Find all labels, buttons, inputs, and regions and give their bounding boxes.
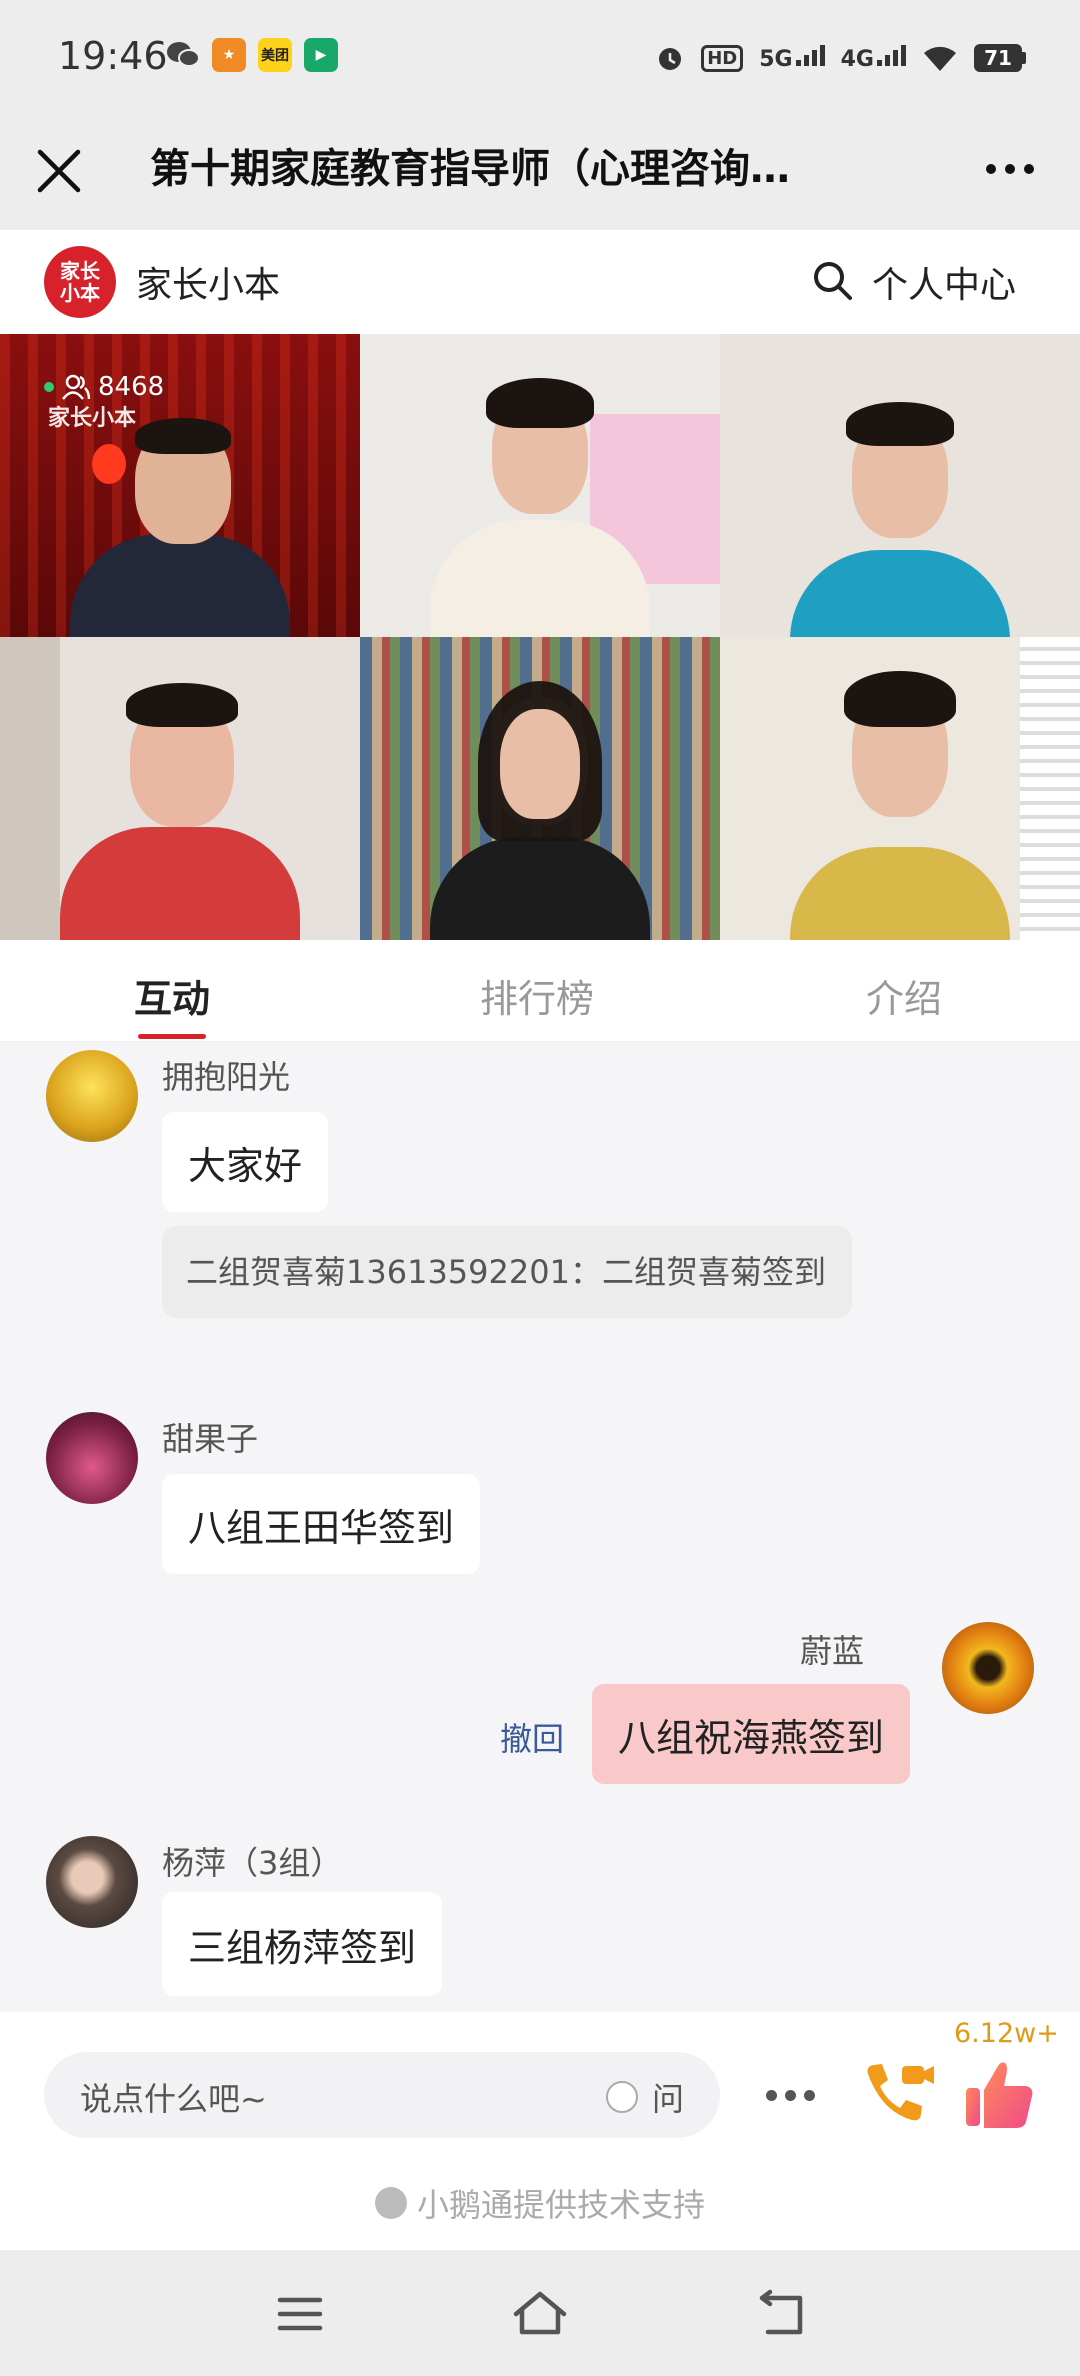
- message-bubble[interactable]: 八组祝海燕签到: [592, 1684, 911, 1784]
- system-message: 二组贺喜菊13613592201：二组贺喜菊签到: [162, 1226, 852, 1318]
- brand-logo[interactable]: 家长小本: [44, 246, 116, 318]
- recall-button[interactable]: 撤回: [500, 1714, 564, 1760]
- avatar[interactable]: [46, 1412, 138, 1504]
- ask-question-toggle[interactable]: 问: [606, 2074, 684, 2120]
- message-sender: 拥抱阳光: [162, 1058, 291, 1096]
- wifi-icon: [924, 46, 956, 71]
- signal-5g: 5G: [759, 44, 825, 72]
- video-app-icon: ▶: [304, 38, 338, 72]
- more-actions-button[interactable]: [766, 2090, 815, 2101]
- signal-4g: 4G: [841, 44, 906, 72]
- personal-center-link[interactable]: 个人中心: [872, 256, 1016, 308]
- video-tile-host[interactable]: 8468 家长小本: [0, 334, 360, 637]
- avatar[interactable]: [942, 1622, 1034, 1714]
- page-title: 第十期家庭教育指导师（心理咨询…: [150, 146, 790, 192]
- back-icon[interactable]: [752, 2284, 812, 2344]
- wechat-icon: [166, 38, 200, 72]
- brand-bar: 家长小本 家长小本 个人中心: [0, 230, 1080, 334]
- battery-icon: 71: [974, 44, 1026, 72]
- active-tab-indicator: [138, 1034, 206, 1039]
- thumbs-up-icon[interactable]: [962, 2056, 1038, 2132]
- message-sender: 杨萍（3组）: [162, 1844, 343, 1882]
- video-tile-4[interactable]: [0, 637, 360, 940]
- alarm-icon: [659, 48, 682, 70]
- tech-support-note: 小鹅通提供技术支持: [0, 2180, 1080, 2226]
- message-sender: 甜果子: [162, 1420, 259, 1458]
- menu-icon[interactable]: [270, 2284, 330, 2344]
- video-tile-2[interactable]: [360, 334, 720, 637]
- live-watermark: 家长小本: [48, 406, 137, 431]
- message-bubble[interactable]: 八组王田华签到: [162, 1474, 481, 1574]
- like-count: 6.12w+: [954, 2018, 1059, 2049]
- system-nav-bar: [0, 2250, 1080, 2376]
- tab-bar: 互动 排行榜 介绍: [0, 940, 1080, 1042]
- status-bar: 19:46 ★ 美团 ▶ HD 5G 4G 71: [0, 0, 1080, 112]
- hd-icon: HD: [701, 44, 744, 72]
- brand-name[interactable]: 家长小本: [136, 256, 280, 308]
- checkbox-icon: [606, 2081, 638, 2113]
- title-bar: 第十期家庭教育指导师（心理咨询…: [0, 112, 1080, 230]
- app-icon: ★: [212, 38, 246, 72]
- tab-interaction[interactable]: 互动: [134, 968, 210, 1023]
- message-bubble[interactable]: 大家好: [162, 1112, 329, 1212]
- tab-intro[interactable]: 介绍: [866, 968, 942, 1023]
- meituan-icon: 美团: [258, 38, 292, 72]
- more-options-button[interactable]: [986, 164, 1034, 174]
- viewers-icon: [62, 374, 90, 400]
- home-icon[interactable]: [510, 2284, 570, 2344]
- viewer-count: 8468: [44, 372, 164, 402]
- input-area: 说点什么吧~ 问 6.12w+ 小鹅通提供技术支持: [0, 2012, 1080, 2250]
- chat-list[interactable]: 拥抱阳光 大家好 二组贺喜菊13613592201：二组贺喜菊签到 甜果子 八组…: [0, 1042, 1080, 2012]
- close-icon[interactable]: [30, 142, 88, 200]
- video-call-icon[interactable]: [858, 2056, 936, 2134]
- video-tile-6[interactable]: [720, 637, 1080, 940]
- video-tile-5[interactable]: [360, 637, 720, 940]
- video-tile-3[interactable]: [720, 334, 1080, 637]
- avatar[interactable]: [46, 1050, 138, 1142]
- message-bubble[interactable]: 三组杨萍签到: [162, 1892, 443, 1996]
- status-indicators: HD 5G 4G 71: [655, 38, 1026, 78]
- xiaoe-logo-icon: [374, 2187, 407, 2219]
- status-time: 19:46: [58, 34, 168, 78]
- comment-input[interactable]: 说点什么吧~ 问: [44, 2052, 720, 2138]
- message-sender: 蔚蓝: [800, 1632, 865, 1670]
- search-icon[interactable]: [810, 258, 854, 302]
- avatar[interactable]: [46, 1836, 138, 1928]
- video-grid: 8468 家长小本: [0, 334, 1080, 940]
- tab-ranking[interactable]: 排行榜: [480, 968, 594, 1023]
